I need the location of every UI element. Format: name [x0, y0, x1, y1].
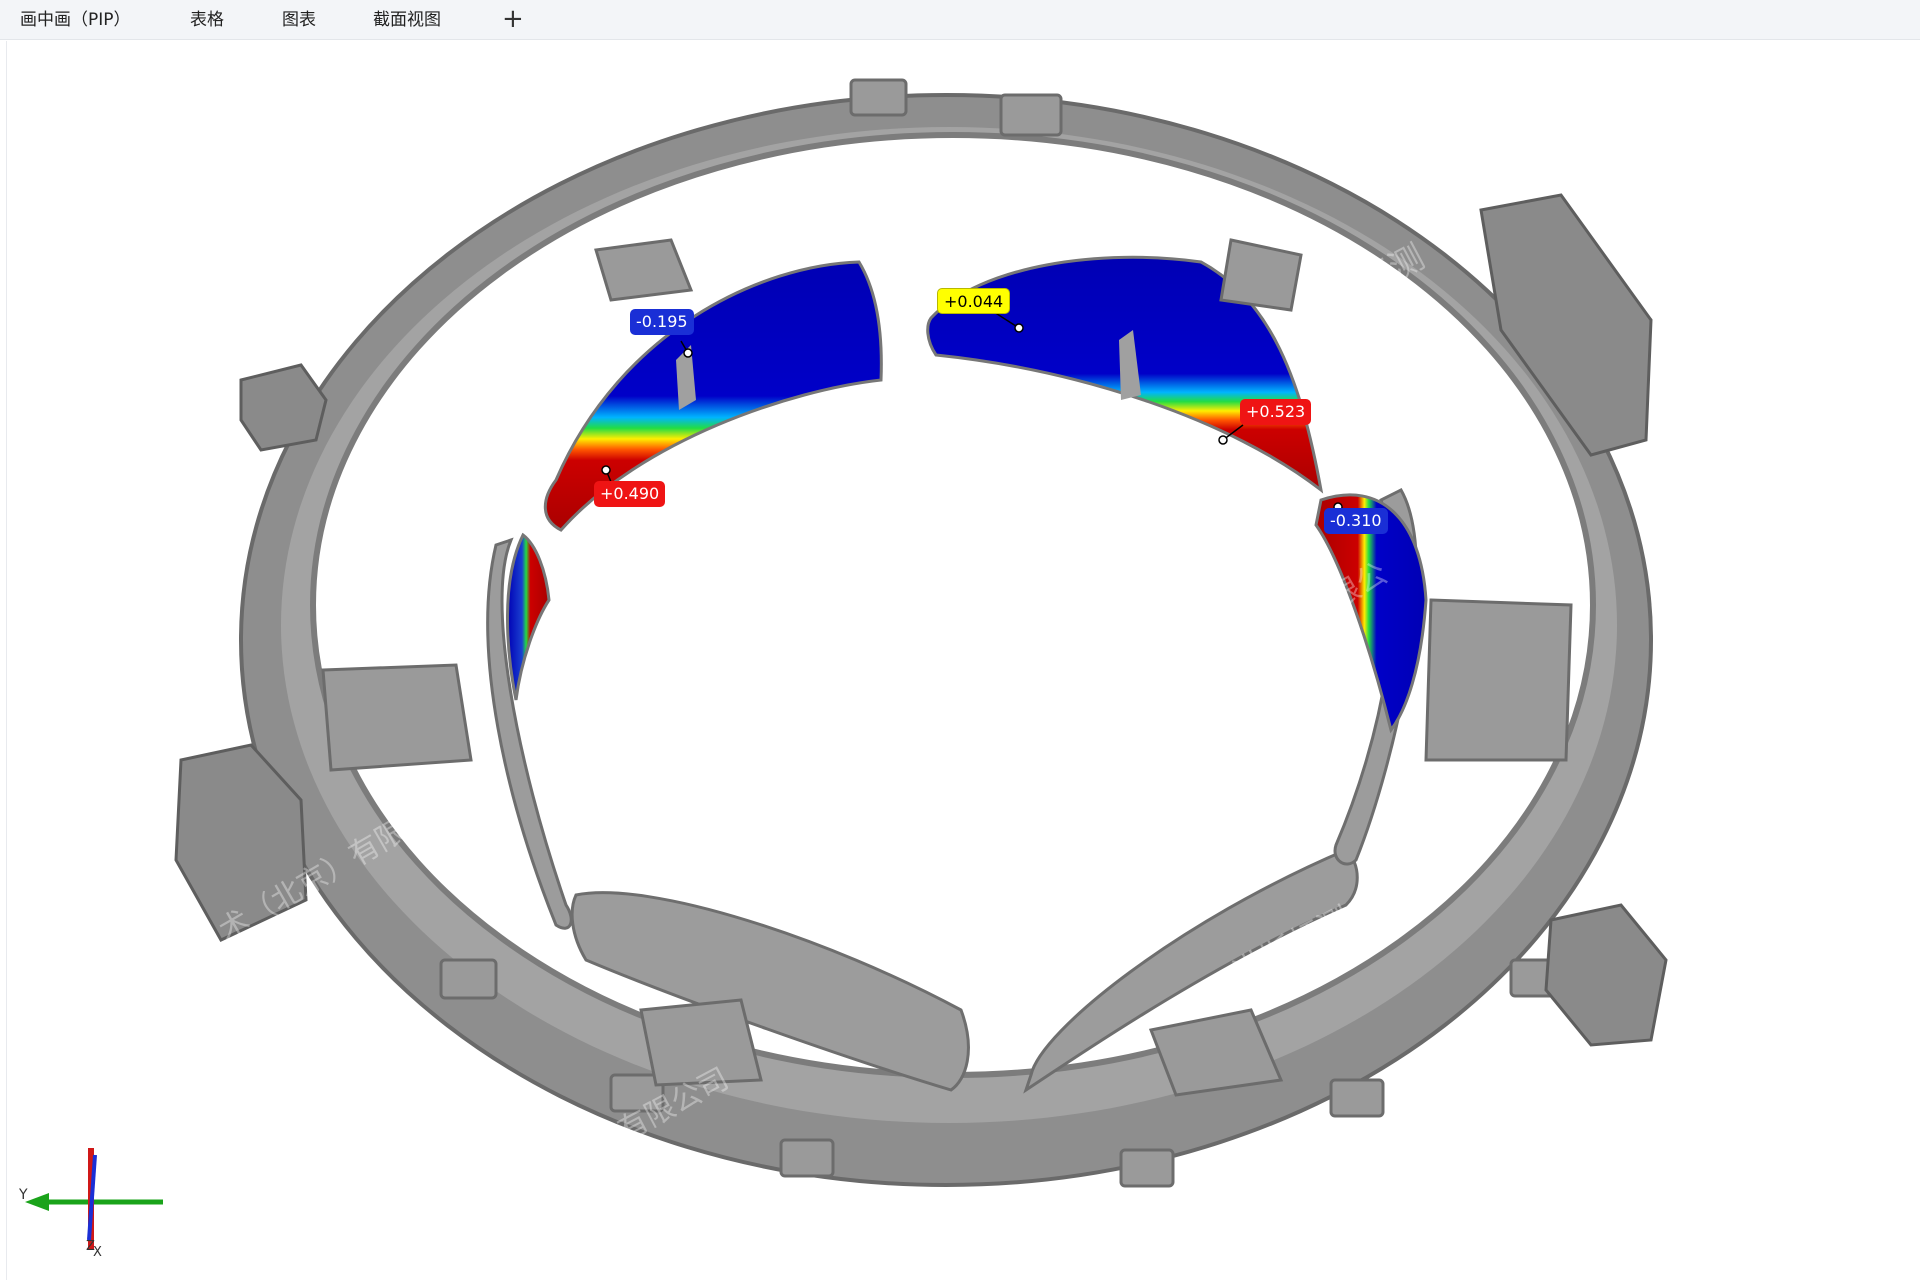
tab-chart[interactable]: 图表	[282, 0, 316, 40]
callout-deviation-1[interactable]: -0.195	[630, 309, 694, 335]
part-model	[25, 78, 1668, 1250]
axis-triad	[25, 1148, 163, 1250]
axis-y-label: Y	[19, 1187, 28, 1203]
tab-section-view[interactable]: 截面视图	[373, 0, 441, 40]
3d-viewport[interactable]: -0.195 +0.490 +0.044 +0.523 -0.310 诺斯顿测 …	[6, 41, 1920, 1280]
callout-deviation-4[interactable]: +0.523	[1240, 399, 1312, 425]
callout-deviation-3[interactable]: +0.044	[937, 288, 1011, 314]
add-tab-button[interactable]: +	[502, 0, 524, 40]
tab-pip[interactable]: 画中画（PIP）	[20, 0, 131, 40]
callout-deviation-2[interactable]: +0.490	[594, 481, 666, 507]
axis-z-label: Z	[86, 1239, 95, 1254]
tab-table[interactable]: 表格	[190, 0, 224, 40]
callout-deviation-5[interactable]: -0.310	[1324, 508, 1388, 534]
view-tab-bar: 画中画（PIP） 表格 图表 截面视图 +	[0, 0, 1920, 40]
